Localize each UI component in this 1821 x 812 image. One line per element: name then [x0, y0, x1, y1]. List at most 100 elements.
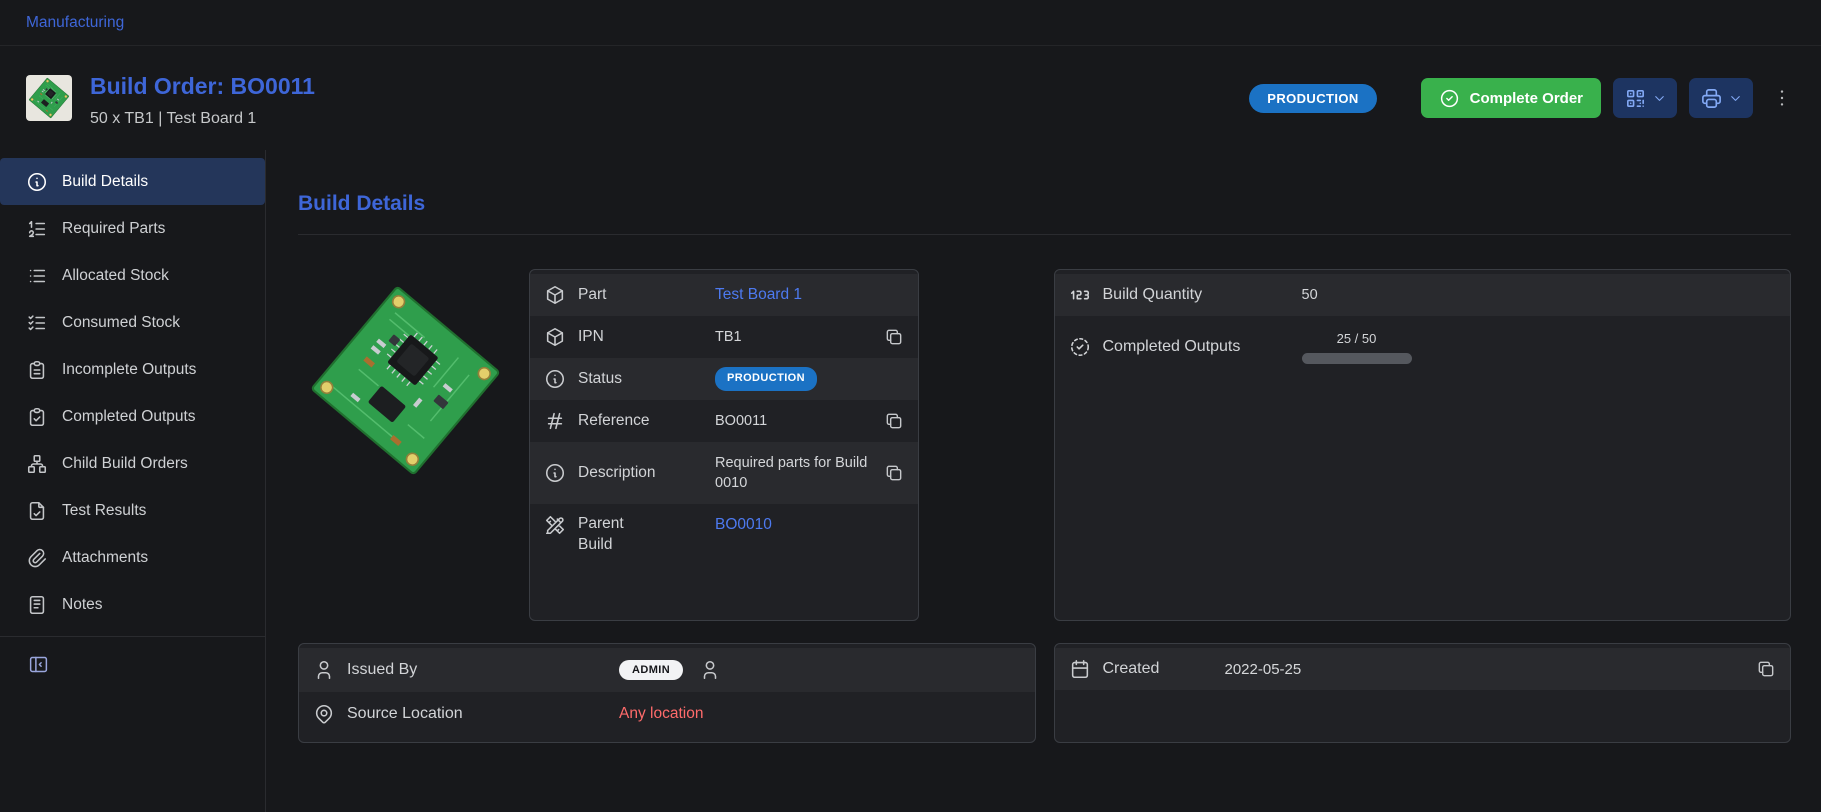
pcb-image	[298, 273, 513, 488]
created-label: Created	[1103, 658, 1213, 680]
sidebar-item-completed-outputs[interactable]: Completed Outputs	[0, 393, 265, 440]
test-results-icon	[26, 500, 48, 522]
completed-outputs-row: Completed Outputs 25 / 50	[1055, 316, 1791, 378]
part-link[interactable]: Test Board 1	[715, 284, 904, 306]
info-circle-icon	[544, 368, 566, 390]
chevron-down-icon	[1728, 91, 1743, 106]
sidebar-item-build-details[interactable]: Build Details	[0, 158, 265, 205]
detail-label: IPN	[578, 327, 703, 348]
sidebar-item-test-results[interactable]: Test Results	[0, 487, 265, 534]
detail-row-status: Status PRODUCTION	[530, 358, 918, 400]
build-details-panel: Part Test Board 1 IPN TB1 Status PRODUCT…	[529, 269, 919, 621]
source-location-row: Source Location Any location	[299, 692, 1035, 736]
sidebar-item-label: Test Results	[62, 502, 146, 520]
sidebar-item-label: Required Parts	[62, 220, 165, 238]
sidebar-collapse-button[interactable]	[0, 643, 265, 685]
detail-row-part: Part Test Board 1	[530, 274, 918, 316]
status-badge: PRODUCTION	[715, 367, 817, 390]
map-pin-icon	[313, 703, 335, 725]
issued-by-row: Issued By ADMIN	[299, 648, 1035, 692]
copy-icon[interactable]	[884, 411, 904, 431]
user-icon	[699, 659, 721, 681]
parent-build-link[interactable]: BO0010	[715, 514, 904, 536]
issued-label: Source Location	[347, 703, 607, 725]
ipn-value: TB1	[715, 327, 872, 347]
details-cell: Part Test Board 1 IPN TB1 Status PRODUCT…	[298, 269, 1036, 621]
hash-icon	[544, 410, 566, 432]
sidebar-item-child-build-orders[interactable]: Child Build Orders	[0, 440, 265, 487]
progress-check-icon	[1069, 336, 1091, 358]
header-actions: PRODUCTION Complete Order	[1249, 78, 1795, 118]
more-actions-button[interactable]	[1769, 78, 1795, 118]
copy-icon[interactable]	[884, 327, 904, 347]
sidebar-item-label: Build Details	[62, 173, 148, 191]
details-grid: Part Test Board 1 IPN TB1 Status PRODUCT…	[298, 269, 1791, 743]
sidebar-item-attachments[interactable]: Attachments	[0, 534, 265, 581]
created-panel: Created 2022-05-25	[1054, 643, 1792, 743]
sidebar-item-notes[interactable]: Notes	[0, 581, 265, 628]
title-block: Build Order: BO0011 50 x TB1 | Test Boar…	[90, 73, 315, 128]
part-image[interactable]	[298, 273, 513, 503]
sidebar-item-consumed-stock[interactable]: Consumed Stock	[0, 299, 265, 346]
build-thumbnail[interactable]	[26, 75, 72, 121]
sidebar-item-allocated-stock[interactable]: Allocated Stock	[0, 252, 265, 299]
content-area: Build Details Part Test Board 1 IPN	[266, 150, 1821, 812]
numbers-123-icon	[1069, 284, 1091, 306]
info-circle-icon	[26, 171, 48, 193]
clipboard-icon	[26, 359, 48, 381]
sidebar-divider	[0, 636, 265, 637]
list-numbers-icon	[26, 218, 48, 240]
calendar-icon	[1069, 658, 1091, 680]
package-icon	[544, 326, 566, 348]
quantity-label: Build Quantity	[1103, 284, 1290, 306]
print-actions-button[interactable]	[1689, 78, 1753, 118]
circle-check-icon	[1439, 88, 1460, 109]
barcode-actions-button[interactable]	[1613, 78, 1677, 118]
detail-label: Reference	[578, 411, 703, 432]
breadcrumb: Manufacturing	[0, 0, 1821, 46]
tools-icon	[544, 514, 566, 536]
sidebar-item-label: Completed Outputs	[62, 408, 196, 426]
detail-row-ipn: IPN TB1	[530, 316, 918, 358]
sidebar-item-required-parts[interactable]: Required Parts	[0, 205, 265, 252]
quantities-panel: Build Quantity 50 Completed Outputs 25 /…	[1054, 269, 1792, 621]
page-subtitle: 50 x TB1 | Test Board 1	[90, 110, 315, 128]
build-quantity-value: 50	[1302, 285, 1777, 305]
panel-heading: Build Details	[298, 192, 1791, 235]
build-quantity-row: Build Quantity 50	[1055, 274, 1791, 316]
paperclip-icon	[26, 547, 48, 569]
notes-icon	[26, 594, 48, 616]
list-icon	[26, 265, 48, 287]
qrcode-icon	[1624, 87, 1647, 110]
copy-icon[interactable]	[1756, 659, 1776, 679]
page-title: Build Order: BO0011	[90, 73, 315, 100]
issued-panel: Issued By ADMIN Source Location Any loca…	[298, 643, 1036, 743]
chevron-down-icon	[1652, 91, 1667, 106]
complete-order-button[interactable]: Complete Order	[1421, 78, 1601, 118]
sidebar-item-label: Consumed Stock	[62, 314, 180, 332]
page-header: Build Order: BO0011 50 x TB1 | Test Boar…	[0, 46, 1821, 150]
breadcrumb-link-manufacturing[interactable]: Manufacturing	[26, 14, 124, 32]
detail-row-description: Description Required parts for Build 001…	[530, 442, 918, 504]
sidebar-item-label: Notes	[62, 596, 103, 614]
sidebar-item-incomplete-outputs[interactable]: Incomplete Outputs	[0, 346, 265, 393]
printer-icon	[1700, 87, 1723, 110]
sidebar-collapse-icon	[28, 654, 49, 675]
quantity-label: Completed Outputs	[1103, 336, 1290, 358]
clipboard-check-icon	[26, 406, 48, 428]
created-value: 2022-05-25	[1225, 659, 1745, 680]
pcb-thumbnail-image	[26, 75, 72, 121]
completed-outputs-progress: 25 / 50	[1302, 330, 1412, 363]
sidebar-item-label: Allocated Stock	[62, 267, 169, 285]
issued-by-badge: ADMIN	[619, 660, 683, 680]
sidebar-item-label: Incomplete Outputs	[62, 361, 196, 379]
complete-order-label: Complete Order	[1470, 90, 1583, 107]
created-row: Created 2022-05-25	[1055, 648, 1791, 690]
list-check-icon	[26, 312, 48, 334]
detail-label: Description	[578, 463, 703, 484]
dots-vertical-icon	[1771, 87, 1793, 109]
copy-icon[interactable]	[884, 463, 904, 483]
sidebar-item-label: Attachments	[62, 549, 148, 567]
sidebar-item-label: Child Build Orders	[62, 455, 188, 473]
package-icon	[544, 284, 566, 306]
